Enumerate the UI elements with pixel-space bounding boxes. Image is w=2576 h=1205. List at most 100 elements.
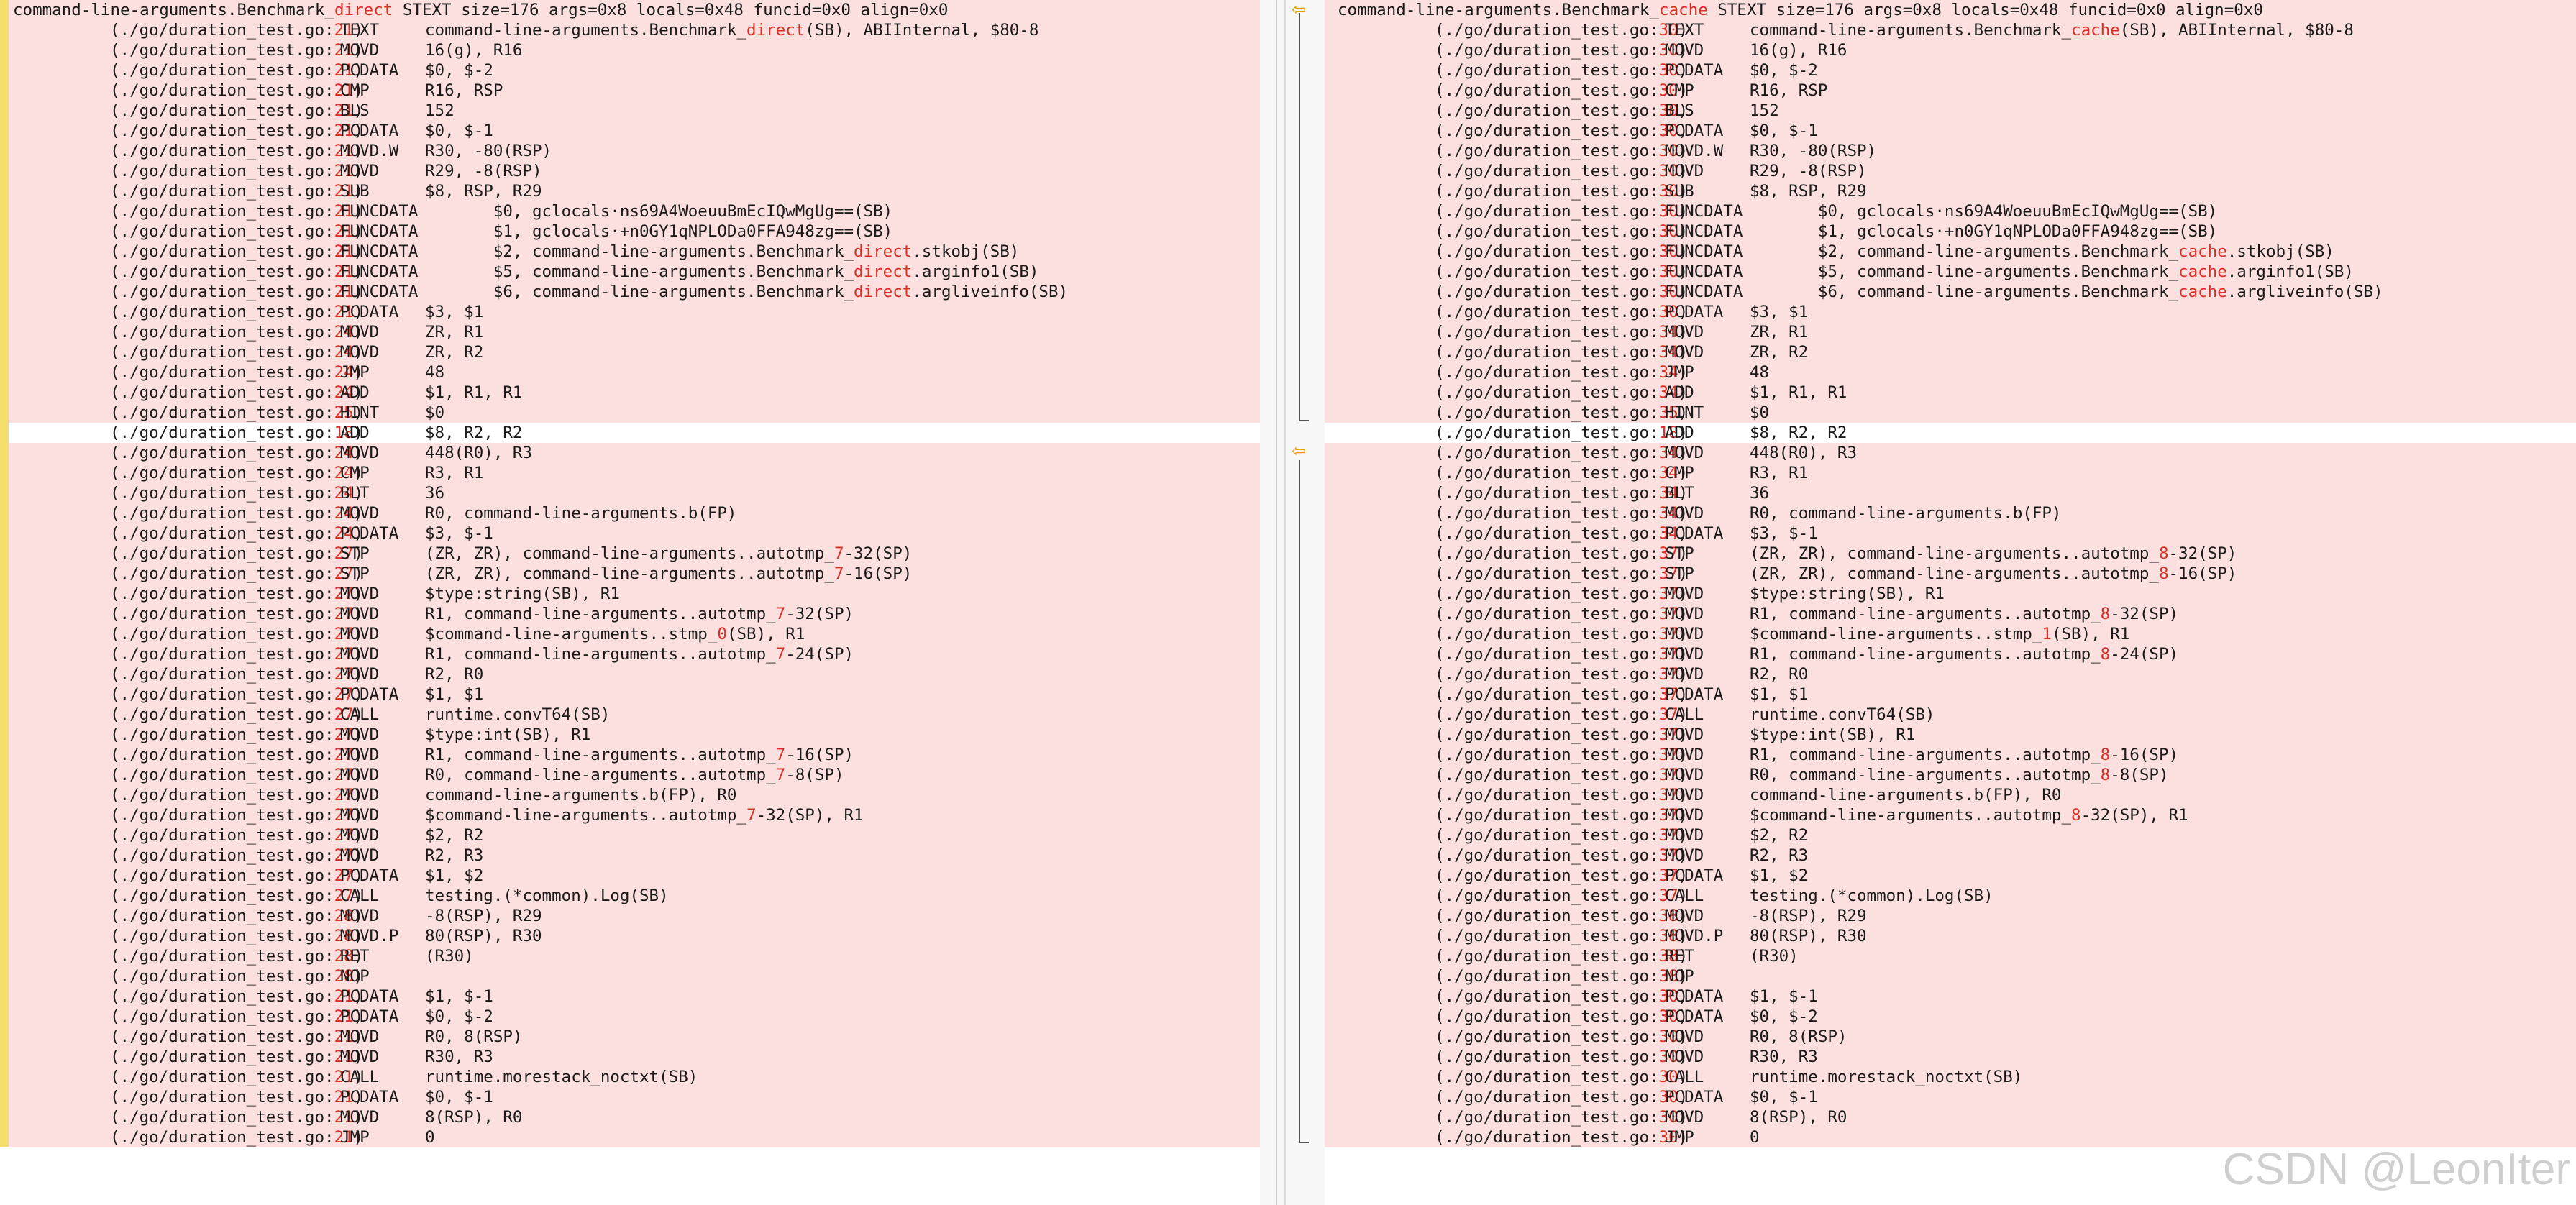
code-line[interactable]: (./go/duration_test.go:30)PCDATA $0, $-2	[1338, 1007, 1818, 1027]
code-line[interactable]: (./go/duration_test.go:30)TEXT command-li…	[1338, 20, 2354, 40]
code-line[interactable]: (./go/duration_test.go:21)PCDATA $3, $1	[13, 302, 483, 322]
code-line[interactable]: (./go/duration_test.go:37)MOVD R1, comman…	[1338, 644, 2178, 664]
code-line[interactable]: (./go/duration_test.go:27)MOVD $command-l…	[13, 805, 864, 825]
code-line[interactable]: (./go/duration_test.go:24)MOVD R0, comman…	[13, 503, 736, 523]
code-line[interactable]: (./go/duration_test.go:30)PCDATA $0, $-2	[1338, 60, 1818, 81]
code-line[interactable]: (./go/duration_test.go:30)FUNCDATA $5, c…	[1338, 262, 2354, 282]
pane-splitter[interactable]	[1276, 0, 1277, 1205]
code-line[interactable]: (./go/duration_test.go:30)PCDATA $1, $-1	[1338, 986, 1818, 1007]
code-line[interactable]: (./go/duration_test.go:37)MOVD $type:stri…	[1338, 584, 1945, 604]
code-line[interactable]: (./go/duration_test.go:27)PCDATA $1, $2	[13, 866, 483, 886]
code-line[interactable]: (./go/duration_test.go:37)MOVD R1, comman…	[1338, 604, 2178, 624]
code-line[interactable]: (./go/duration_test.go:28)MOVD -8(RSP), R…	[13, 906, 542, 926]
code-line[interactable]: (./go/duration_test.go:34)CMP R3, R1	[1338, 463, 1808, 483]
code-line[interactable]: (./go/duration_test.go:27)MOVD command-li…	[13, 785, 736, 805]
code-line[interactable]: (./go/duration_test.go:21)MOVD.W R30, -80…	[13, 141, 552, 161]
code-line[interactable]: (./go/duration_test.go:28)RET (R30)	[13, 946, 474, 966]
code-line[interactable]: (./go/duration_test.go:27)MOVD R0, comman…	[13, 765, 844, 785]
code-line[interactable]: (./go/duration_test.go:37)MOVD $command-l…	[1338, 624, 2129, 644]
code-line[interactable]: (./go/duration_test.go:30)MOVD R29, -8(RS…	[1338, 161, 1867, 181]
code-line[interactable]: (./go/duration_test.go:21)FUNCDATA $2, c…	[13, 242, 1019, 262]
code-line[interactable]: (./go/duration_test.go:37)MOVD R1, comman…	[1338, 745, 2178, 765]
code-line[interactable]: (./go/duration_test.go:37)MOVD $command-l…	[1338, 805, 2188, 825]
code-line[interactable]: (./go/duration_test.go:27)STP (ZR, ZR), c…	[13, 544, 912, 564]
code-line[interactable]: (./go/duration_test.go:21)JMP 0	[13, 1127, 435, 1147]
code-line[interactable]: (./go/duration_test.go:30)FUNCDATA $1, g…	[1338, 221, 2217, 242]
code-line[interactable]: (./go/duration_test.go:27)PCDATA $1, $1	[13, 684, 483, 705]
code-line[interactable]: (./go/duration_test.go:30)MOVD 8(RSP), R0	[1338, 1107, 1847, 1127]
code-line[interactable]: (./go/duration_test.go:21)MOVD R29, -8(RS…	[13, 161, 542, 181]
code-line[interactable]: (./go/duration_test.go:21)PCDATA $1, $-1	[13, 986, 493, 1007]
code-line[interactable]: (./go/duration_test.go:21)MOVD R30, R3	[13, 1047, 493, 1067]
code-line[interactable]: (./go/duration_test.go:30)PCDATA $3, $1	[1338, 302, 1808, 322]
code-line[interactable]: (./go/duration_test.go:37)MOVD R0, comman…	[1338, 765, 2169, 785]
code-line[interactable]: (./go/duration_test.go:21)PCDATA $0, $-1	[13, 121, 493, 141]
code-line[interactable]: (./go/duration_test.go:34)BLT 36	[1338, 483, 1769, 503]
code-line[interactable]: (./go/duration_test.go:24)CMP R3, R1	[13, 463, 483, 483]
code-line[interactable]: (./go/duration_test.go:27)MOVD R1, comman…	[13, 604, 854, 624]
code-line[interactable]: (./go/duration_test.go:35)HINT $0	[1338, 403, 1769, 423]
code-line[interactable]: (./go/duration_test.go:30)BLS 152	[1338, 101, 1779, 121]
code-line[interactable]: (./go/duration_test.go:37)MOVD $type:int(…	[1338, 725, 1915, 745]
code-line[interactable]: (./go/duration_test.go:21)CMP R16, RSP	[13, 81, 503, 101]
code-line[interactable]: (./go/duration_test.go:37)MOVD R2, R3	[1338, 846, 1808, 866]
code-line[interactable]: (./go/duration_test.go:18)ADD $8, R2, R2	[1338, 423, 1847, 443]
code-line[interactable]: (./go/duration_test.go:24)JMP 48	[13, 362, 444, 382]
code-line[interactable]: (./go/duration_test.go:21)CALL runtime.mo…	[13, 1067, 698, 1087]
code-line[interactable]: (./go/duration_test.go:27)MOVD $2, R2	[13, 825, 483, 846]
code-line[interactable]: (./go/duration_test.go:30)FUNCDATA $6, c…	[1338, 282, 2383, 302]
code-line[interactable]: (./go/duration_test.go:27)MOVD R1, comman…	[13, 745, 854, 765]
code-line[interactable]: (./go/duration_test.go:27)MOVD R2, R3	[13, 846, 483, 866]
code-line[interactable]: (./go/duration_test.go:37)CALL testing.(*…	[1338, 886, 1993, 906]
code-line[interactable]: (./go/duration_test.go:24)MOVD 448(R0), R…	[13, 443, 532, 463]
code-line[interactable]: (./go/duration_test.go:30)MOVD R0, 8(RSP)	[1338, 1027, 1847, 1047]
code-line[interactable]: (./go/duration_test.go:38)RET (R30)	[1338, 946, 1799, 966]
code-line[interactable]: (./go/duration_test.go:24)ADD $1, R1, R1	[13, 382, 522, 403]
arrow-left-icon[interactable]: ⇦	[1292, 442, 1310, 459]
code-line[interactable]: (./go/duration_test.go:30)MOVD.W R30, -80…	[1338, 141, 1876, 161]
code-line[interactable]: (./go/duration_test.go:38)NOP	[1338, 966, 1750, 986]
code-line[interactable]: (./go/duration_test.go:24)MOVD ZR, R2	[13, 342, 483, 362]
code-line[interactable]: (./go/duration_test.go:37)STP (ZR, ZR), c…	[1338, 544, 2237, 564]
code-line[interactable]: (./go/duration_test.go:30)JMP 0	[1338, 1127, 1760, 1147]
code-line[interactable]: (./go/duration_test.go:34)ADD $1, R1, R1	[1338, 382, 1847, 403]
code-line[interactable]: (./go/duration_test.go:21)PCDATA $0, $-2	[13, 60, 493, 81]
code-line[interactable]: (./go/duration_test.go:37)CALL runtime.co…	[1338, 705, 1935, 725]
code-line[interactable]: (./go/duration_test.go:30)PCDATA $0, $-1	[1338, 121, 1818, 141]
code-line[interactable]: (./go/duration_test.go:34)MOVD 448(R0), R…	[1338, 443, 1857, 463]
arrow-left-icon[interactable]: ⇦	[1292, 1, 1310, 18]
code-line[interactable]: (./go/duration_test.go:21)MOVD 8(RSP), R0	[13, 1107, 522, 1127]
code-line[interactable]: (./go/duration_test.go:28)MOVD.P 80(RSP),…	[13, 926, 542, 946]
code-line[interactable]: (./go/duration_test.go:24)PCDATA $3, $-1	[13, 523, 493, 544]
code-line[interactable]: (./go/duration_test.go:18)ADD $8, R2, R2	[13, 423, 522, 443]
code-line[interactable]: (./go/duration_test.go:21)BLS 152	[13, 101, 455, 121]
code-line[interactable]: (./go/duration_test.go:37)PCDATA $1, $2	[1338, 866, 1808, 886]
code-line[interactable]: (./go/duration_test.go:34)MOVD R0, comman…	[1338, 503, 2061, 523]
code-line[interactable]: (./go/duration_test.go:38)MOVD.P 80(RSP),…	[1338, 926, 1867, 946]
code-line[interactable]: (./go/duration_test.go:30)FUNCDATA $2, c…	[1338, 242, 2334, 262]
code-line[interactable]: (./go/duration_test.go:27)MOVD $command-l…	[13, 624, 805, 644]
code-line[interactable]: (./go/duration_test.go:21)MOVD R0, 8(RSP)	[13, 1027, 522, 1047]
code-line[interactable]: (./go/duration_test.go:34)MOVD ZR, R2	[1338, 342, 1808, 362]
code-line[interactable]: (./go/duration_test.go:37)MOVD R2, R0	[1338, 664, 1808, 684]
code-line[interactable]: (./go/duration_test.go:30)CALL runtime.mo…	[1338, 1067, 2022, 1087]
left-diff-pane[interactable]: command-line-arguments.Benchmark_direct …	[0, 0, 1260, 1205]
code-line[interactable]: (./go/duration_test.go:37)MOVD $2, R2	[1338, 825, 1808, 846]
code-line[interactable]: (./go/duration_test.go:21)FUNCDATA $5, c…	[13, 262, 1038, 282]
code-line[interactable]: (./go/duration_test.go:21)SUB $8, RSP, R2…	[13, 181, 542, 201]
code-line[interactable]: (./go/duration_test.go:24)BLT 36	[13, 483, 444, 503]
code-line[interactable]: (./go/duration_test.go:34)MOVD ZR, R1	[1338, 322, 1808, 342]
code-line[interactable]: (./go/duration_test.go:37)MOVD command-li…	[1338, 785, 2061, 805]
code-line[interactable]: (./go/duration_test.go:21)TEXT command-li…	[13, 20, 1038, 40]
code-line[interactable]: (./go/duration_test.go:24)MOVD ZR, R1	[13, 322, 483, 342]
code-line[interactable]: (./go/duration_test.go:30)PCDATA $0, $-1	[1338, 1087, 1818, 1107]
code-line[interactable]: (./go/duration_test.go:30)SUB $8, RSP, R2…	[1338, 181, 1867, 201]
code-line[interactable]: (./go/duration_test.go:34)JMP 48	[1338, 362, 1769, 382]
code-line[interactable]: (./go/duration_test.go:28)NOP	[13, 966, 425, 986]
code-line[interactable]: (./go/duration_test.go:30)CMP R16, RSP	[1338, 81, 1827, 101]
code-line[interactable]: (./go/duration_test.go:27)MOVD $type:stri…	[13, 584, 620, 604]
code-line[interactable]: (./go/duration_test.go:21)PCDATA $0, $-1	[13, 1087, 493, 1107]
code-line[interactable]: (./go/duration_test.go:27)MOVD R1, comman…	[13, 644, 854, 664]
code-line[interactable]: (./go/duration_test.go:21)PCDATA $0, $-2	[13, 1007, 493, 1027]
code-line[interactable]: (./go/duration_test.go:34)PCDATA $3, $-1	[1338, 523, 1818, 544]
